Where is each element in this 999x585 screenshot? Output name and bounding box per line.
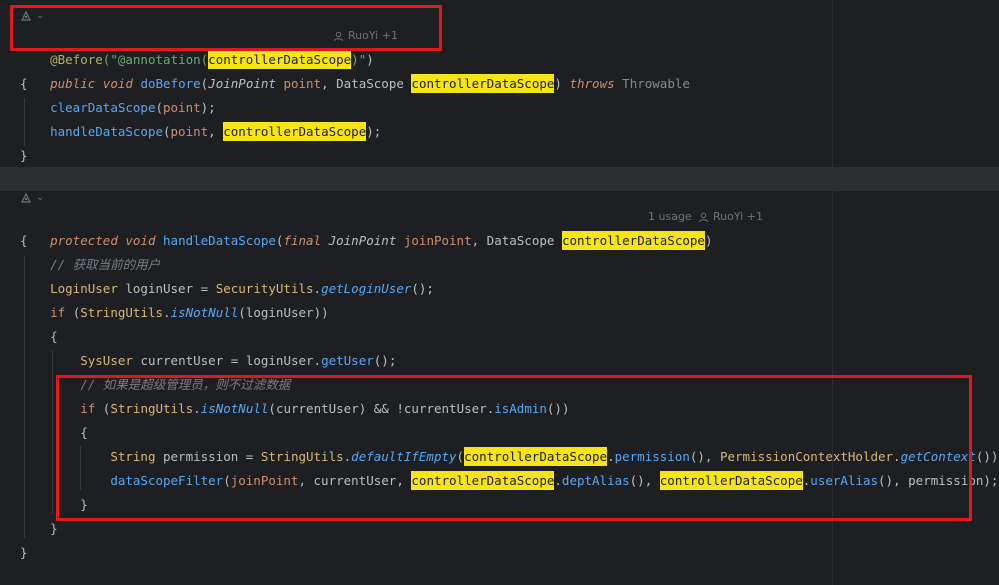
- class-token: StringUtils: [80, 305, 164, 320]
- annotation-box-top: [10, 5, 442, 51]
- author-hint[interactable]: RuoYi +1: [698, 209, 763, 225]
- code-line[interactable]: }: [20, 144, 28, 168]
- class-token: SecurityUtils: [215, 281, 314, 296]
- type-token: LoginUser: [50, 281, 118, 296]
- param-token: point: [163, 100, 201, 115]
- code-line[interactable]: LoginUser loginUser = SecurityUtils.getL…: [20, 277, 434, 301]
- type-token: DataScope: [486, 233, 555, 248]
- search-highlight: controllerDataScope: [561, 231, 705, 250]
- author-label: RuoYi +1: [713, 210, 763, 223]
- method-call: clearDataScope: [50, 100, 156, 115]
- type-token: DataScope: [336, 76, 404, 91]
- code-line[interactable]: {: [20, 72, 28, 96]
- code-line-comment[interactable]: // 获取当前的用户: [20, 253, 160, 277]
- keyword-token: void: [125, 233, 156, 248]
- comment-token: // 获取当前的用户: [50, 257, 161, 272]
- code-line-method-signature[interactable]: public void doBefore(JoinPoint point, Da…: [20, 48, 690, 93]
- param-token: joinPoint: [403, 233, 472, 248]
- brace-token: }: [20, 148, 28, 163]
- type-token: Throwable: [622, 76, 690, 91]
- code-line[interactable]: clearDataScope(point);: [20, 96, 216, 120]
- method-call: isNotNull: [170, 305, 239, 320]
- param-token: point: [283, 76, 322, 91]
- type-token: JoinPoint: [208, 76, 276, 91]
- code-line[interactable]: handleDataScope(point, controllerDataSco…: [20, 120, 381, 144]
- method-call: getUser: [321, 353, 374, 368]
- keyword-token: if: [50, 305, 66, 320]
- method-call: getLoginUser: [321, 281, 412, 296]
- keyword-token: throws: [569, 76, 615, 91]
- method-name: handleDataScope: [163, 233, 276, 248]
- code-line[interactable]: {: [20, 229, 28, 253]
- search-highlight: controllerDataScope: [411, 74, 555, 93]
- local-var: loginUser: [245, 353, 314, 368]
- method-name: doBefore: [140, 76, 201, 91]
- code-editor[interactable]: ⌄ @Before("@annotation(controllerDataSco…: [0, 0, 999, 585]
- code-line[interactable]: SysUser currentUser = loginUser.getUser(…: [20, 349, 396, 373]
- keyword-token: final: [283, 233, 322, 248]
- param-token: point: [170, 124, 209, 139]
- type-token: SysUser: [80, 353, 133, 368]
- keyword-token: public: [50, 76, 96, 91]
- brace-token: }: [20, 545, 28, 560]
- brace-token: }: [50, 521, 58, 536]
- user-icon: [698, 212, 709, 223]
- code-line[interactable]: }: [20, 517, 58, 541]
- local-var: loginUser: [125, 281, 194, 296]
- keyword-token: void: [102, 76, 133, 91]
- code-line[interactable]: if (StringUtils.isNotNull(loginUser)): [20, 301, 329, 325]
- keyword-token: protected: [50, 233, 118, 248]
- brace-token: {: [50, 329, 58, 344]
- usage-count[interactable]: 1 usage: [648, 209, 692, 225]
- brace-token: {: [20, 233, 28, 248]
- ai-icon[interactable]: [20, 192, 32, 204]
- chevron-down-icon[interactable]: ⌄: [36, 190, 44, 206]
- code-line-method-signature[interactable]: protected void handleDataScope(final Joi…: [20, 205, 712, 250]
- code-line[interactable]: }: [20, 541, 28, 565]
- search-highlight: controllerDataScope: [223, 122, 367, 141]
- code-vision-bar[interactable]: ⌄: [20, 190, 44, 206]
- type-token: JoinPoint: [328, 233, 397, 248]
- method-call: handleDataScope: [50, 124, 163, 139]
- code-line[interactable]: {: [20, 325, 58, 349]
- usages-hint[interactable]: 1 usage: [648, 209, 692, 225]
- method-separator: [0, 167, 999, 191]
- local-var: loginUser: [245, 305, 314, 320]
- annotation-box-bottom: [56, 375, 972, 521]
- local-var: currentUser: [140, 353, 224, 368]
- brace-token: {: [20, 76, 28, 91]
